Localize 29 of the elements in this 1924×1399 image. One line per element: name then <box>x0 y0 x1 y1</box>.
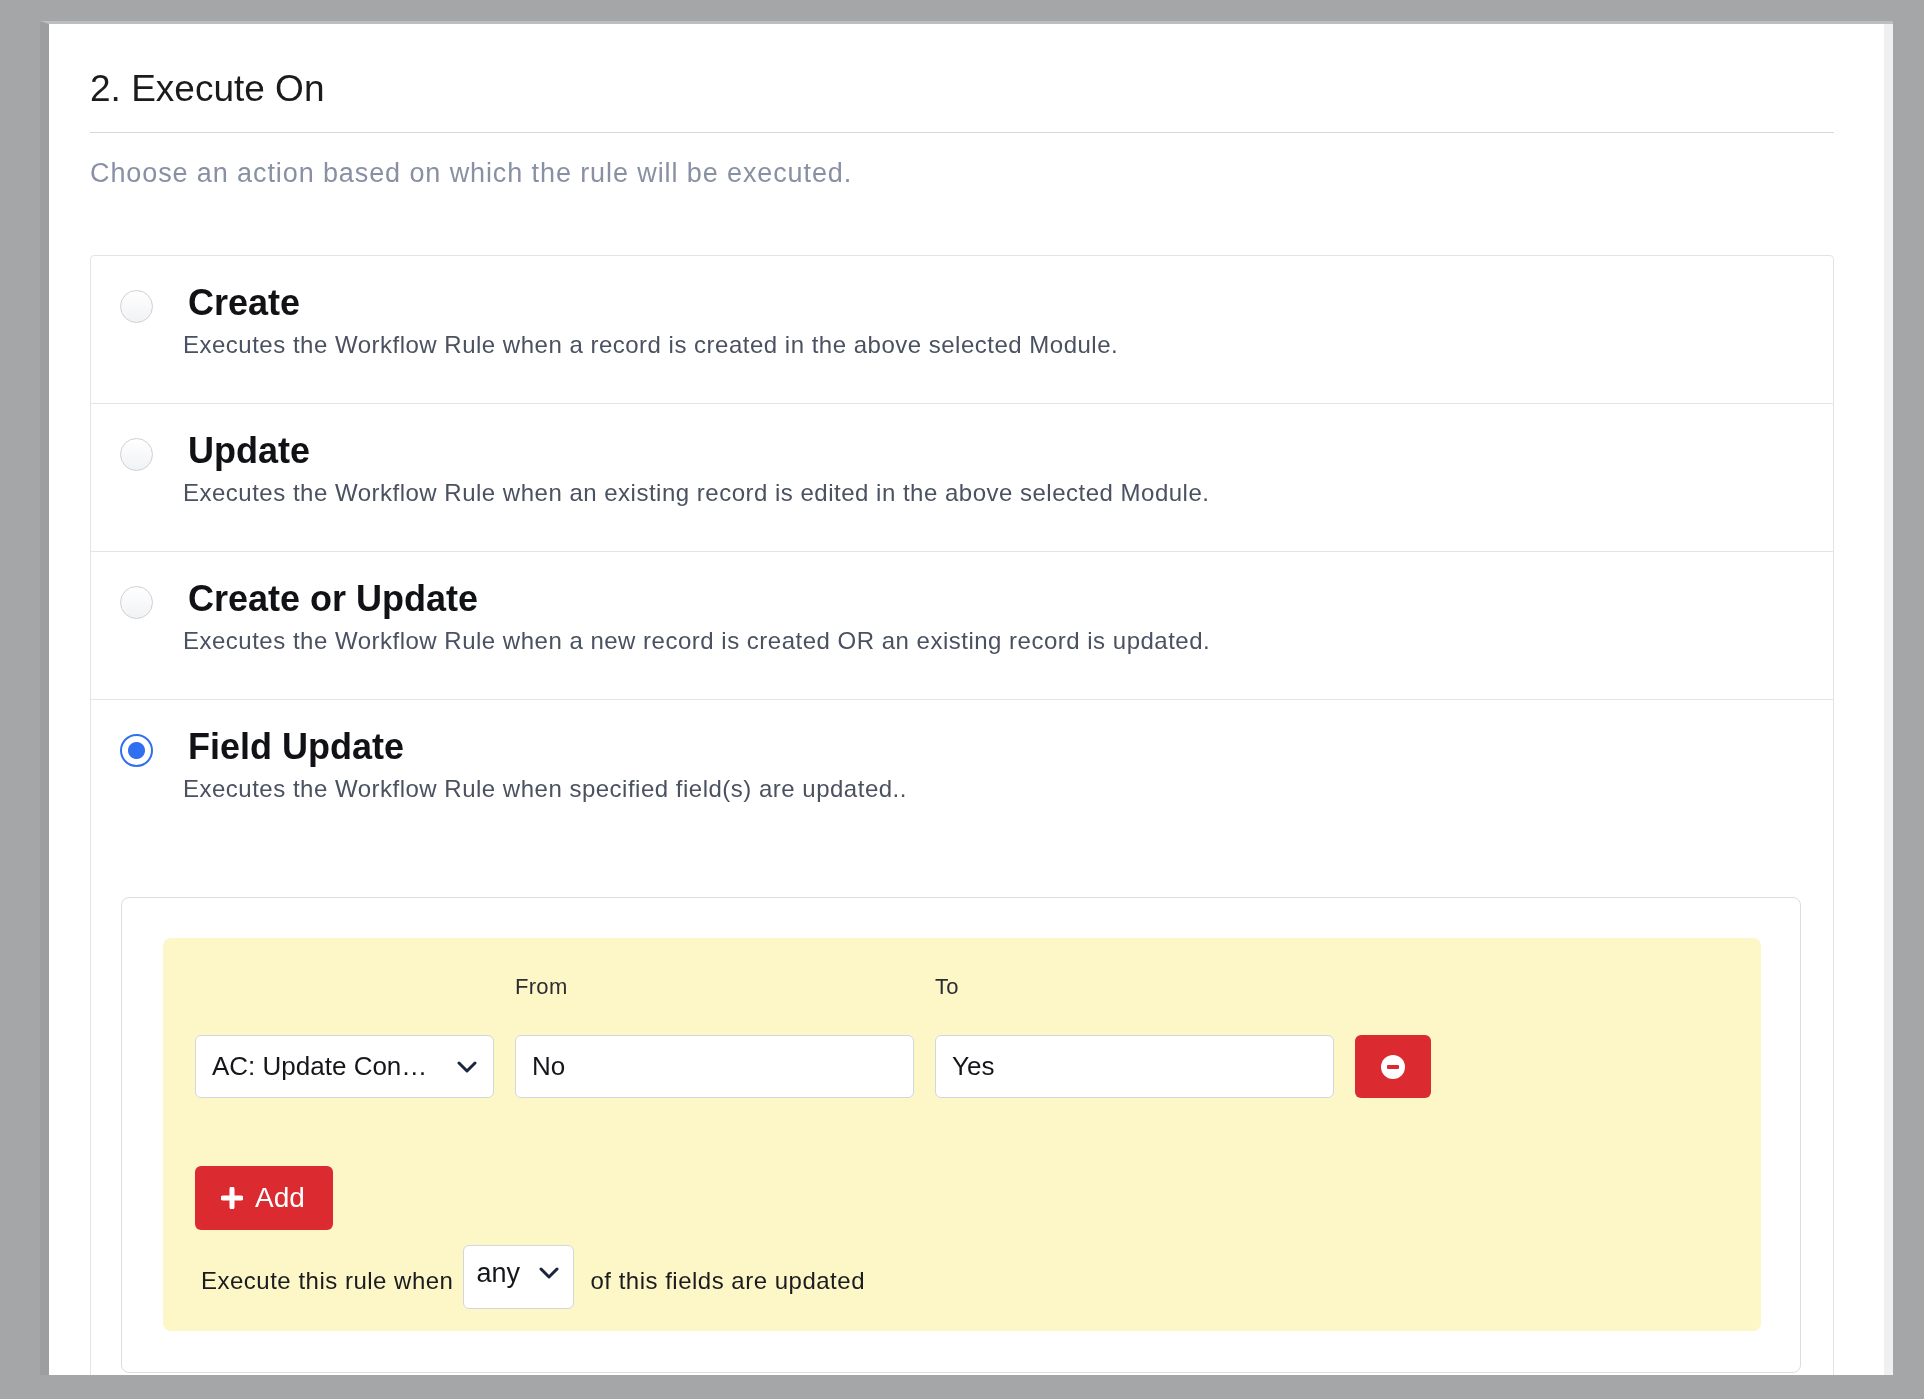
section-description: Choose an action based on which the rule will be executed. <box>90 157 854 190</box>
from-input[interactable]: No <box>515 1035 914 1098</box>
to-input[interactable]: Yes <box>935 1035 1334 1098</box>
match-dropdown[interactable]: any <box>463 1245 575 1309</box>
option-description: Executes the Workflow Rule when specified field(s) are updated.. <box>183 774 907 804</box>
rule-label: Execute this rule when <box>201 1266 454 1296</box>
option-item[interactable]: Update Executes the Workflow Rule when an existing record is edited in the above selected Module. <box>90 404 1834 552</box>
option-title: Field Update <box>188 726 406 768</box>
rule-label: of this fields are updated <box>590 1266 865 1296</box>
add-button[interactable]: Add <box>195 1166 333 1230</box>
option-description: Executes the Workflow Rule when a record is created in the above selected Module. <box>183 330 1119 360</box>
radio-button[interactable] <box>120 734 153 767</box>
option-title: Update <box>188 430 311 472</box>
field-dropdown[interactable]: AC: Update Con… <box>195 1035 494 1098</box>
option-item[interactable]: Field Update Executes the Workflow Rule when specified field(s) are updated.. From To AC: Update Con… No Yes Add Execute this rule when any of this fields are updated <box>90 700 1834 1375</box>
option-title: Create or Update <box>188 578 480 620</box>
option-description: Executes the Workflow Rule when an existing record is edited in the above selected Module. <box>183 478 1210 508</box>
option-title: Create <box>188 282 302 324</box>
plus-icon <box>221 1187 243 1209</box>
option-description: Executes the Workflow Rule when a new record is created OR an existing record is updated. <box>183 626 1211 656</box>
column-label: From <box>515 973 569 1001</box>
option-item[interactable]: Create or Update Executes the Workflow Rule when a new record is created OR an existing record is updated. <box>90 552 1834 700</box>
remove-button[interactable] <box>1355 1035 1431 1098</box>
section-title: 2. Execute On <box>90 67 326 111</box>
chevron-down-icon <box>539 1267 560 1279</box>
chevron-down-icon <box>457 1060 477 1073</box>
column-label: To <box>935 973 960 1001</box>
minus-circle-icon <box>1381 1054 1405 1079</box>
option-item[interactable]: Create Executes the Workflow Rule when a record is created in the above selected Module. <box>90 255 1834 404</box>
